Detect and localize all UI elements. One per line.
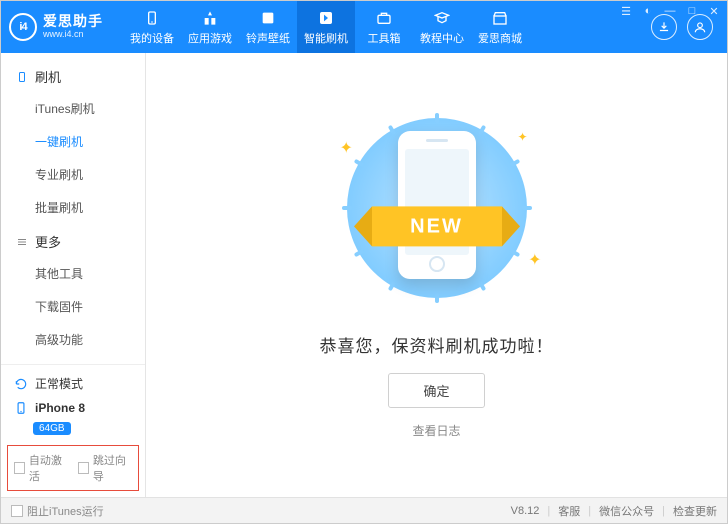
success-illustration: NEW ✦ ✦ ✦ bbox=[322, 108, 552, 308]
sparkle-icon: ✦ bbox=[528, 250, 541, 270]
maximize-icon[interactable]: □ bbox=[685, 5, 699, 18]
minimize-icon[interactable]: — bbox=[663, 5, 677, 18]
version-label: V8.12 bbox=[511, 505, 540, 517]
store-icon bbox=[491, 9, 509, 27]
support-link[interactable]: 客服 bbox=[558, 503, 580, 519]
device-mode-label: 正常模式 bbox=[35, 375, 83, 392]
device-name-row[interactable]: iPhone 8 bbox=[11, 396, 135, 420]
nav-label: 我的设备 bbox=[130, 30, 174, 46]
divider: | bbox=[588, 505, 591, 517]
success-message: 恭喜您，保资料刷机成功啦！ bbox=[320, 332, 554, 357]
nav-store[interactable]: 爱思商城 bbox=[471, 1, 529, 53]
statusbar: 阻止iTunes运行 V8.12 | 客服 | 微信公众号 | 检查更新 bbox=[1, 497, 727, 523]
nav-tutorials[interactable]: 教程中心 bbox=[413, 1, 471, 53]
sparkle-icon: ✦ bbox=[517, 130, 527, 144]
main-content: NEW ✦ ✦ ✦ 恭喜您，保资料刷机成功啦！ 确定 查看日志 bbox=[146, 53, 727, 497]
nav-label: 爱思商城 bbox=[478, 30, 522, 46]
brand-logo-icon: i4 bbox=[9, 13, 37, 41]
media-icon bbox=[259, 9, 277, 27]
toolbox-icon bbox=[375, 9, 393, 27]
refresh-icon bbox=[13, 376, 29, 392]
check-update-link[interactable]: 检查更新 bbox=[673, 503, 717, 519]
settings-icon[interactable]: ☰ bbox=[619, 5, 633, 18]
category-title: 刷机 bbox=[35, 67, 61, 86]
sidebar-item-download-firmware[interactable]: 下载固件 bbox=[1, 290, 145, 323]
device-icon bbox=[143, 9, 161, 27]
view-log-link[interactable]: 查看日志 bbox=[412, 422, 460, 439]
nav-label: 智能刷机 bbox=[304, 30, 348, 46]
checkbox-skip-wizard[interactable]: 跳过向导 bbox=[78, 452, 132, 484]
confirm-button[interactable]: 确定 bbox=[388, 373, 484, 408]
brand-url: www.i4.cn bbox=[43, 30, 103, 40]
sidebar-item-other-tools[interactable]: 其他工具 bbox=[1, 257, 145, 290]
wechat-link[interactable]: 微信公众号 bbox=[599, 503, 654, 519]
nav-label: 工具箱 bbox=[368, 30, 401, 46]
sidebar-item-advanced[interactable]: 高级功能 bbox=[1, 323, 145, 356]
device-storage-badge: 64GB bbox=[33, 422, 71, 435]
menu-icon bbox=[15, 235, 29, 249]
nav-smart-flash[interactable]: 智能刷机 bbox=[297, 1, 355, 53]
phone-icon bbox=[15, 70, 29, 84]
nav-toolbox[interactable]: 工具箱 bbox=[355, 1, 413, 53]
checkbox-box-icon bbox=[78, 462, 89, 474]
category-title: 更多 bbox=[35, 232, 61, 251]
sidebar-item-pro-flash[interactable]: 专业刷机 bbox=[1, 158, 145, 191]
sidebar-item-oneclick-flash[interactable]: 一键刷机 bbox=[1, 125, 145, 158]
sidebar-item-itunes-flash[interactable]: iTunes刷机 bbox=[1, 92, 145, 125]
device-name-label: iPhone 8 bbox=[35, 401, 85, 415]
flash-icon bbox=[317, 9, 335, 27]
sidebar-item-batch-flash[interactable]: 批量刷机 bbox=[1, 191, 145, 224]
phone-icon bbox=[13, 400, 29, 416]
main-nav: 我的设备 应用游戏 铃声壁纸 智能刷机 工具箱 教程中心 爱思商城 bbox=[123, 1, 651, 53]
checkbox-label: 跳过向导 bbox=[93, 452, 132, 484]
nav-label: 应用游戏 bbox=[188, 30, 232, 46]
checkbox-box-icon bbox=[14, 462, 25, 474]
sidebar-category-flash: 刷机 bbox=[1, 59, 145, 92]
tutorial-icon bbox=[433, 9, 451, 27]
apps-icon bbox=[201, 9, 219, 27]
checkbox-block-itunes[interactable]: 阻止iTunes运行 bbox=[11, 503, 104, 519]
sidebar-category-more: 更多 bbox=[1, 224, 145, 257]
checkbox-label: 阻止iTunes运行 bbox=[27, 503, 104, 519]
checkbox-auto-activate[interactable]: 自动激活 bbox=[14, 452, 68, 484]
sidebar-options-highlight: 自动激活 跳过向导 bbox=[7, 445, 139, 491]
nav-label: 铃声壁纸 bbox=[246, 30, 290, 46]
nav-label: 教程中心 bbox=[420, 30, 464, 46]
app-header: i4 爱思助手 www.i4.cn 我的设备 应用游戏 铃声壁纸 智能刷机 工具… bbox=[1, 1, 727, 53]
brand: i4 爱思助手 www.i4.cn bbox=[9, 13, 103, 41]
divider: | bbox=[547, 505, 550, 517]
checkbox-label: 自动激活 bbox=[29, 452, 68, 484]
body: 刷机 iTunes刷机 一键刷机 专业刷机 批量刷机 更多 其他工具 下载固件 … bbox=[1, 53, 727, 497]
sparkle-icon: ✦ bbox=[340, 138, 353, 158]
device-mode-row[interactable]: 正常模式 bbox=[11, 371, 135, 396]
checkbox-box-icon bbox=[11, 505, 23, 517]
window-controls: ☰ ◐ — □ ✕ bbox=[619, 5, 721, 18]
nav-apps-games[interactable]: 应用游戏 bbox=[181, 1, 239, 53]
sidebar: 刷机 iTunes刷机 一键刷机 专业刷机 批量刷机 更多 其他工具 下载固件 … bbox=[1, 53, 146, 497]
nav-my-device[interactable]: 我的设备 bbox=[123, 1, 181, 53]
nav-ringtone-wallpaper[interactable]: 铃声壁纸 bbox=[239, 1, 297, 53]
ribbon-label: NEW bbox=[372, 206, 502, 246]
divider: | bbox=[662, 505, 665, 517]
brand-name: 爱思助手 bbox=[43, 14, 103, 29]
close-icon[interactable]: ✕ bbox=[707, 5, 721, 18]
skin-icon[interactable]: ◐ bbox=[641, 5, 655, 18]
device-panel: 正常模式 iPhone 8 64GB bbox=[1, 364, 145, 441]
ribbon: NEW bbox=[347, 203, 527, 249]
